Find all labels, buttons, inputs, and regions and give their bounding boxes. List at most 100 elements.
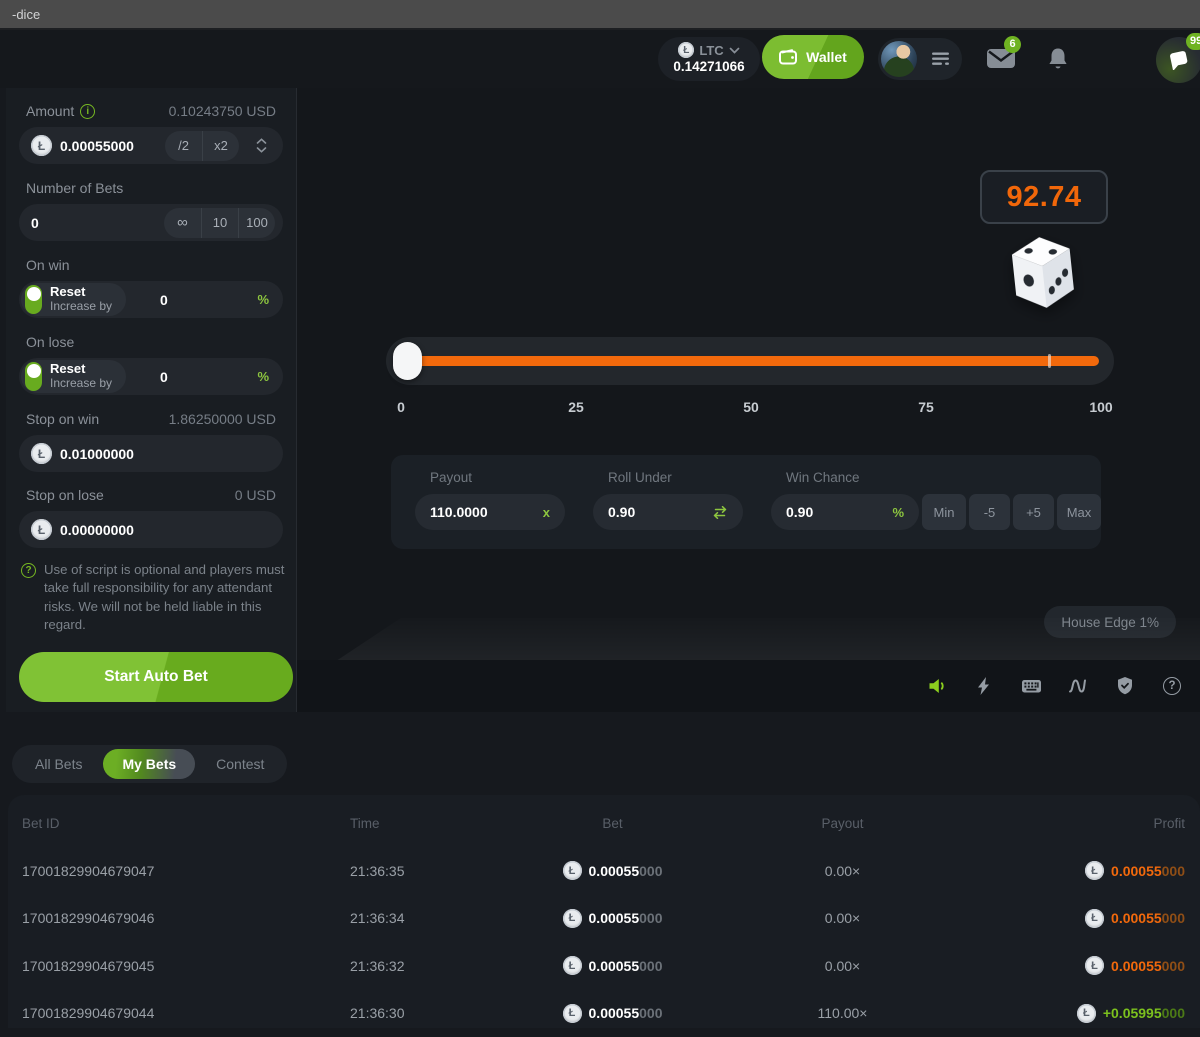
tab-contest[interactable]: Contest [197,749,283,779]
number-of-bets-label: Number of Bets [26,180,123,196]
bet-amount: Ł 0.00055000 [563,1004,663,1023]
on-win-row: Reset Increase by 0 % [19,281,283,318]
amount-label: Amount [26,103,74,119]
percent-sign: % [892,505,904,520]
toggle-switch[interactable] [25,285,42,314]
stop-on-lose-input[interactable]: Ł 0.00000000 [19,511,283,548]
preset-100-button[interactable]: 100 [238,208,275,238]
chat-badge: 99 [1186,33,1200,50]
increase-by-label: Increase by [50,300,112,314]
max-button[interactable]: Max [1057,494,1101,530]
last-roll-marker [1048,354,1051,368]
wallet-button[interactable]: Wallet [762,35,864,79]
quick-bet-icon[interactable] [974,676,994,696]
stop-on-win-value[interactable]: 0.01000000 [60,446,279,462]
ltc-coin-icon: Ł [563,956,582,975]
roll-under-input[interactable]: 0.90 [593,494,743,530]
currency-selector[interactable]: Ł LTC 0.14271066 [658,37,760,81]
win-chance-value[interactable]: 0.90 [786,504,813,520]
number-of-bets-input[interactable]: 0 ∞ 10 100 [19,204,283,241]
ltc-coin-icon: Ł [678,42,694,58]
stop-on-lose-label: Stop on lose [26,487,104,503]
profile-menu[interactable] [878,38,962,80]
payout-input[interactable]: 110.0000 x [415,494,565,530]
bet-time: 21:36:35 [350,863,505,879]
amount-stepper[interactable] [243,131,279,161]
ltc-coin-icon: Ł [563,861,582,880]
preset-10-button[interactable]: 10 [201,208,238,238]
increase-by-label: Increase by [50,377,112,391]
minus-5-button[interactable]: -5 [969,494,1010,530]
sound-on-icon[interactable] [927,676,947,696]
table-row[interactable]: 17001829904679044 21:36:30 Ł 0.00055000 … [22,990,1185,1037]
toggle-switch[interactable] [25,362,42,391]
avatar[interactable] [881,41,917,77]
wallet-icon [779,49,798,65]
payout-value[interactable]: 110.0000 [430,504,488,520]
ltc-coin-icon: Ł [1085,861,1104,880]
notifications-button[interactable] [1047,47,1069,74]
table-row[interactable]: 17001829904679045 21:36:32 Ł 0.00055000 … [22,942,1185,990]
tick-50: 50 [743,399,759,415]
bet-time: 21:36:30 [350,1005,505,1021]
roll-under-value[interactable]: 0.90 [608,504,635,520]
on-win-mode-toggle[interactable]: Reset Increase by [21,283,126,316]
question-icon: ? [21,563,36,578]
chat-button[interactable]: 99 [1156,37,1200,83]
slider-track[interactable] [401,356,1099,366]
win-chance-input[interactable]: 0.90 % [771,494,919,530]
help-icon[interactable]: ? [1162,676,1182,696]
min-button[interactable]: Min [922,494,966,530]
tab-my-bets[interactable]: My Bets [103,749,195,779]
preset-infinity-button[interactable]: ∞ [164,208,201,238]
hotkeys-icon[interactable] [1021,676,1041,696]
percent-sign: % [257,369,269,384]
ltc-coin-icon: Ł [31,519,52,540]
payout-group: Payout 110.0000 x [415,470,565,549]
trends-icon[interactable] [1068,676,1088,696]
double-bet-button[interactable]: x2 [202,131,239,161]
bet-time: 21:36:34 [350,910,505,926]
number-of-bets-value[interactable]: 0 [31,215,164,231]
on-lose-value[interactable]: 0 [126,369,257,385]
amount-input[interactable]: Ł 0.00055000 /2 x2 [19,127,283,164]
tab-all-bets[interactable]: All Bets [16,749,101,779]
reset-label: Reset [50,285,112,300]
ltc-coin-icon: Ł [1077,1004,1096,1023]
slider-handle[interactable] [393,342,422,380]
stop-on-lose-usd: 0 USD [235,487,276,503]
disclaimer-text: Use of script is optional and players mu… [44,561,285,635]
bet-id: 17001829904679046 [22,910,350,926]
window-titlebar: -dice [0,0,1200,30]
floor-shading [297,618,1200,660]
on-lose-mode-toggle[interactable]: Reset Increase by [21,360,126,393]
info-icon[interactable]: i [80,104,95,119]
bet-payout-multiplier: 0.00× [825,958,860,974]
stop-on-lose-value[interactable]: 0.00000000 [60,522,279,538]
bet-payout-multiplier: 0.00× [825,863,860,879]
bet-profit: Ł 0.00055000 [1085,861,1185,880]
on-lose-row: Reset Increase by 0 % [19,358,283,395]
on-win-label: On win [26,257,70,273]
stop-on-win-input[interactable]: Ł 0.01000000 [19,435,283,472]
plus-5-button[interactable]: +5 [1013,494,1054,530]
mail-button[interactable]: 6 [986,46,1016,72]
start-auto-bet-button[interactable]: Start Auto Bet [19,652,293,702]
table-row[interactable]: 17001829904679046 21:36:34 Ł 0.00055000 … [22,895,1185,943]
half-bet-button[interactable]: /2 [165,131,202,161]
amount-value[interactable]: 0.00055000 [60,138,165,154]
window-title: -dice [12,7,40,22]
bet-profit: Ł 0.00055000 [1085,909,1185,928]
fairness-icon[interactable] [1115,676,1135,696]
col-profit: Profit [1153,816,1185,831]
table-row[interactable]: 17001829904679047 21:36:35 Ł 0.00055000 … [22,847,1185,895]
on-win-value[interactable]: 0 [126,292,257,308]
bet-time: 21:36:32 [350,958,505,974]
payout-label: Payout [430,470,565,485]
stop-on-win-usd: 1.86250000 USD [169,411,276,427]
roll-result: 92.74 [1006,181,1081,214]
bet-id: 17001829904679044 [22,1005,350,1021]
ltc-coin-icon: Ł [563,1004,582,1023]
wallet-balance: 0.14271066 [673,59,744,74]
swap-icon[interactable] [712,506,728,519]
